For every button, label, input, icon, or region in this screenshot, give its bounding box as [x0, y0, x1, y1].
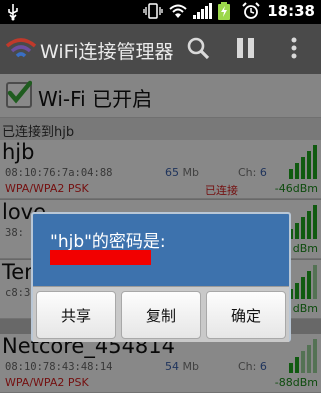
dialog-title: "hjb"的密码是: — [50, 232, 166, 252]
vibrate-icon — [143, 2, 163, 20]
battery-charging-icon — [217, 2, 237, 20]
wifi-icon — [168, 2, 188, 20]
usb-icon — [6, 3, 20, 25]
screen: 18:38 WiFi连接管理器 Wi-Fi 已开启 已连接到hjb hjb 08… — [0, 0, 321, 393]
app-title: WiFi连接管理器 — [40, 41, 174, 63]
copy-button[interactable]: 复制 — [121, 291, 201, 339]
overflow-menu-icon[interactable] — [290, 36, 298, 64]
pause-icon[interactable] — [236, 36, 256, 64]
action-bar: WiFi连接管理器 — [0, 24, 321, 74]
share-button[interactable]: 共享 — [36, 291, 116, 339]
ok-button[interactable]: 确定 — [206, 291, 286, 339]
redacted-password — [50, 250, 151, 265]
signal-icon — [193, 3, 213, 19]
search-icon[interactable] — [186, 36, 210, 64]
app-wifi-icon — [5, 36, 37, 66]
status-bar: 18:38 — [0, 0, 321, 24]
dialog-button-bar: 共享 复制 确定 — [33, 286, 289, 342]
clock: 18:38 — [267, 2, 315, 20]
password-dialog: "hjb"的密码是: 共享 复制 确定 — [31, 212, 291, 342]
alarm-icon — [242, 2, 262, 20]
